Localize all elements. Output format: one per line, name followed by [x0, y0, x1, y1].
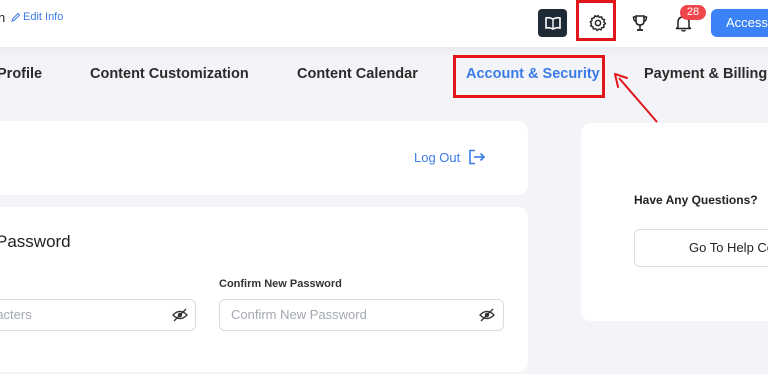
top-bar — [0, 0, 768, 47]
password-section-title: Password — [0, 232, 71, 251]
confirm-password-input[interactable]: Confirm New Password — [219, 299, 504, 331]
pencil-icon — [11, 12, 21, 22]
tab-content-customization[interactable]: Content Customization — [90, 66, 249, 82]
logout-label: Log Out — [414, 149, 461, 165]
new-password-input[interactable]: racters — [0, 299, 196, 331]
eye-off-icon[interactable] — [479, 308, 495, 322]
access-button[interactable]: Access — [711, 9, 768, 37]
edit-info-label: Edit Info — [23, 11, 64, 23]
edit-info-link[interactable]: Edit Info — [11, 11, 63, 23]
trophy-button[interactable] — [628, 9, 652, 37]
book-button[interactable] — [538, 9, 567, 37]
book-icon — [544, 16, 561, 30]
eye-off-icon[interactable] — [172, 308, 188, 322]
settings-highlight-box — [576, 0, 616, 41]
notification-count-badge: 28 — [680, 5, 706, 20]
annotation-arrow-icon — [614, 73, 658, 123]
user-name: n — [0, 10, 6, 25]
confirm-password-label: Confirm New Password — [219, 278, 342, 290]
logout-icon — [469, 149, 486, 165]
trophy-icon — [632, 15, 648, 31]
confirm-password-placeholder: Confirm New Password — [231, 307, 367, 322]
tab-payment-billing[interactable]: Payment & Billing — [644, 66, 767, 82]
logout-button[interactable]: Log Out — [414, 149, 486, 165]
help-center-button[interactable]: Go To Help Ce — [634, 229, 768, 267]
tab-profile[interactable]: Profile — [0, 66, 42, 82]
help-question: Have Any Questions? — [634, 193, 758, 207]
account-security-highlight-box — [453, 55, 605, 98]
new-password-placeholder: racters — [0, 307, 32, 322]
top-bar-shadow — [0, 47, 768, 57]
help-card — [581, 123, 768, 321]
tab-content-calendar[interactable]: Content Calendar — [297, 66, 418, 82]
